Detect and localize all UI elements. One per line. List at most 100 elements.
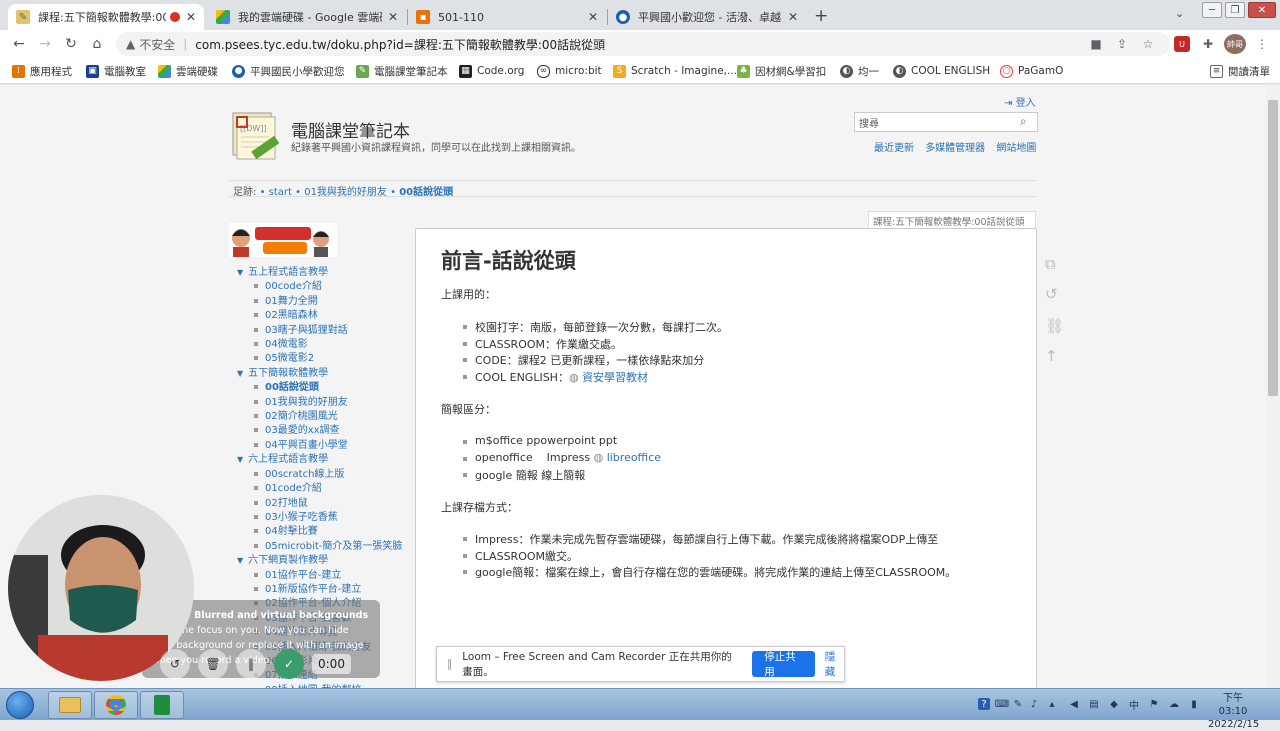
home-icon[interactable]: ⌂ [88,35,106,53]
tray-mic-icon[interactable]: ♪ [1028,698,1040,710]
recent-changes-link[interactable]: 最近更新 [874,143,914,154]
sidebar-item[interactable]: 03小猴子吃香蕉 [237,511,402,525]
stop-sharing-button[interactable]: 停止共用 [752,651,815,677]
sidebar-item[interactable]: 02打地鼠 [237,497,402,511]
sidebar-item[interactable]: 04平興百畫小學堂 [237,439,402,453]
tray-volume-icon[interactable]: ◀ [1068,698,1080,710]
tab-close-icon[interactable]: ✕ [788,10,798,24]
tray-security-icon[interactable]: ◆ [1108,698,1120,710]
bookmark-code-org[interactable]: ▦Code.org [459,63,524,79]
start-button[interactable] [6,691,34,719]
taskbar-sheets[interactable] [140,691,184,719]
sidebar-item[interactable]: 00話說從頭 [237,381,402,395]
search-input[interactable]: 搜尋 [854,112,1038,132]
tab-501[interactable]: ▪ 501-110 ✕ [408,4,606,30]
tray-flag-icon[interactable]: ⚑ [1148,698,1160,710]
tray-network-icon[interactable]: ▤ [1088,698,1100,710]
sidebar-item[interactable]: 01我與我的好朋友 [237,396,402,410]
bookmark-adl[interactable]: ♣因材網&學習扣 [737,63,826,79]
back-to-top-icon[interactable]: ↑ [1045,347,1058,365]
login-link[interactable]: ⇥ 登入 [1004,94,1036,109]
expand-triangle-icon[interactable]: ▼ [237,268,243,277]
tray-arrow-icon[interactable]: ▴ [1046,698,1058,710]
expand-triangle-icon[interactable]: ▼ [237,369,243,378]
sidebar-item[interactable]: 01協作平台-建立 [237,569,402,583]
tab-close-icon[interactable]: ✕ [588,10,598,24]
sidebar-item[interactable]: 00code介紹 [237,280,402,294]
reading-list[interactable]: ≡閱讀清單 [1210,63,1270,79]
reload-icon[interactable]: ↻ [62,35,80,53]
tray-language-icon[interactable]: 中 [1128,698,1140,710]
close-window-button[interactable]: ✕ [1248,2,1276,18]
taskbar-explorer[interactable] [48,691,92,719]
share-icon[interactable]: ⇪ [1114,36,1130,52]
tray-battery-icon[interactable]: ▮ [1188,698,1200,710]
expand-triangle-icon[interactable]: ▼ [237,556,243,565]
bookmark-computer-room[interactable]: ▣電腦教室 [86,63,146,79]
new-tab-button[interactable]: + [814,6,828,26]
sidebar-item[interactable]: 05微電影2 [237,352,402,366]
sitemap-link[interactable]: 網站地圖 [996,143,1036,154]
sidebar-item[interactable]: 04射擊比賽 [237,525,402,539]
ublock-extension-icon[interactable]: U [1174,36,1190,52]
sidebar-section[interactable]: ▼六下網頁製作教學 [237,554,402,568]
sidebar-section[interactable]: ▼五上程式語言教學 [237,266,402,280]
sidebar-section[interactable]: ▼五下簡報軟體教學 [237,367,402,381]
sidebar-item[interactable]: 00scratch線上版 [237,468,402,482]
loom-finish-check-icon[interactable]: ✓ [274,649,304,679]
bookmark-microbit[interactable]: ∞micro:bit [537,63,602,79]
sidebar-item[interactable]: 03瞎子與狐狸對話 [237,324,402,338]
camera-in-use-icon[interactable]: ■ [1088,36,1104,52]
extensions-puzzle-icon[interactable]: ✚ [1200,36,1216,52]
bookmark-junyi[interactable]: ◐均一 [840,63,879,79]
sidebar-item[interactable]: 02簡介桃園風光 [237,410,402,424]
backlinks-icon[interactable]: ⛓ [1045,317,1064,335]
forward-arrow-icon[interactable]: → [36,35,54,53]
drag-handle-icon[interactable]: ‖ [447,658,452,670]
tray-pen-icon[interactable]: ✎ [1012,698,1024,710]
sidebar-item[interactable]: 03最愛的xx調查 [237,424,402,438]
bookmark-school[interactable]: ●平興國民小學歡迎您 [232,63,345,79]
back-arrow-icon[interactable]: ← [10,35,28,53]
security-materials-link[interactable]: 資安學習教材 [582,371,648,384]
tray-app-icon[interactable]: ? [978,698,990,710]
address-bar[interactable]: ▲ 不安全 | com.psees.tyc.edu.tw/doku.php?id… [116,32,1170,56]
tray-keyboard-icon[interactable]: ⌨ [996,698,1008,710]
tab-search-chevron-icon[interactable]: ⌄ [1175,7,1184,20]
sidebar-section[interactable]: ▼六上程式語言教學 [237,453,402,467]
minimize-button[interactable]: ─ [1202,2,1222,18]
bookmark-star-icon[interactable]: ☆ [1140,36,1156,52]
taskbar-clock[interactable]: 下午 03:10 2022/2/15 [1208,692,1258,731]
taskbar-chrome[interactable] [94,691,138,719]
sidebar-item[interactable]: 04微電影 [237,338,402,352]
tab-doku[interactable]: ✎ 課程:五下簡報軟體教學:00話 ✕ [8,4,204,30]
warning-triangle-icon[interactable]: ▲ [126,37,135,51]
libreoffice-link[interactable]: libreoffice [607,451,661,464]
show-source-icon[interactable]: ⧉ [1045,255,1056,273]
bookmark-drive[interactable]: 雲端硬碟 [158,63,218,79]
loom-cancel-icon[interactable]: ↺ [160,649,190,679]
bookmark-apps[interactable]: ⁞應用程式 [12,63,72,79]
tab-close-icon[interactable]: ✕ [388,10,398,24]
tab-close-icon[interactable]: ✕ [186,10,196,24]
sidebar-item[interactable]: 01新版協作平台-建立 [237,583,402,597]
bookmark-scratch[interactable]: SScratch - Imagine,... [613,63,737,79]
bookmark-cool-english[interactable]: ◐COOL ENGLISH [893,63,990,79]
expand-triangle-icon[interactable]: ▼ [237,455,243,464]
restore-button[interactable]: ❐ [1225,2,1245,18]
old-revisions-icon[interactable]: ↺ [1045,285,1058,303]
sidebar-item[interactable]: 01舞力全開 [237,295,402,309]
hide-button[interactable]: 隱藏 [825,649,844,679]
media-manager-link[interactable]: 多媒體管理器 [925,143,985,154]
sidebar-item[interactable]: 01code介紹 [237,482,402,496]
scrollbar-thumb[interactable] [1268,100,1278,396]
bookmark-notebook[interactable]: ✎電腦課堂筆記本 [356,63,448,79]
sidebar-item[interactable]: 05microbit-簡介及第一張笑臉 [237,540,402,554]
profile-avatar[interactable]: 帥哥 [1224,34,1246,54]
sidebar-item[interactable]: 02黑暗森林 [237,309,402,323]
tray-cloud-icon[interactable]: ☁ [1168,698,1180,710]
menu-kebab-icon[interactable]: ⋮ [1254,36,1270,52]
loom-pause-icon[interactable]: ‖ [236,649,266,679]
bookmark-pagamo[interactable]: ○PaGamO [1000,63,1063,79]
search-icon[interactable]: ⌕ [1020,114,1027,129]
